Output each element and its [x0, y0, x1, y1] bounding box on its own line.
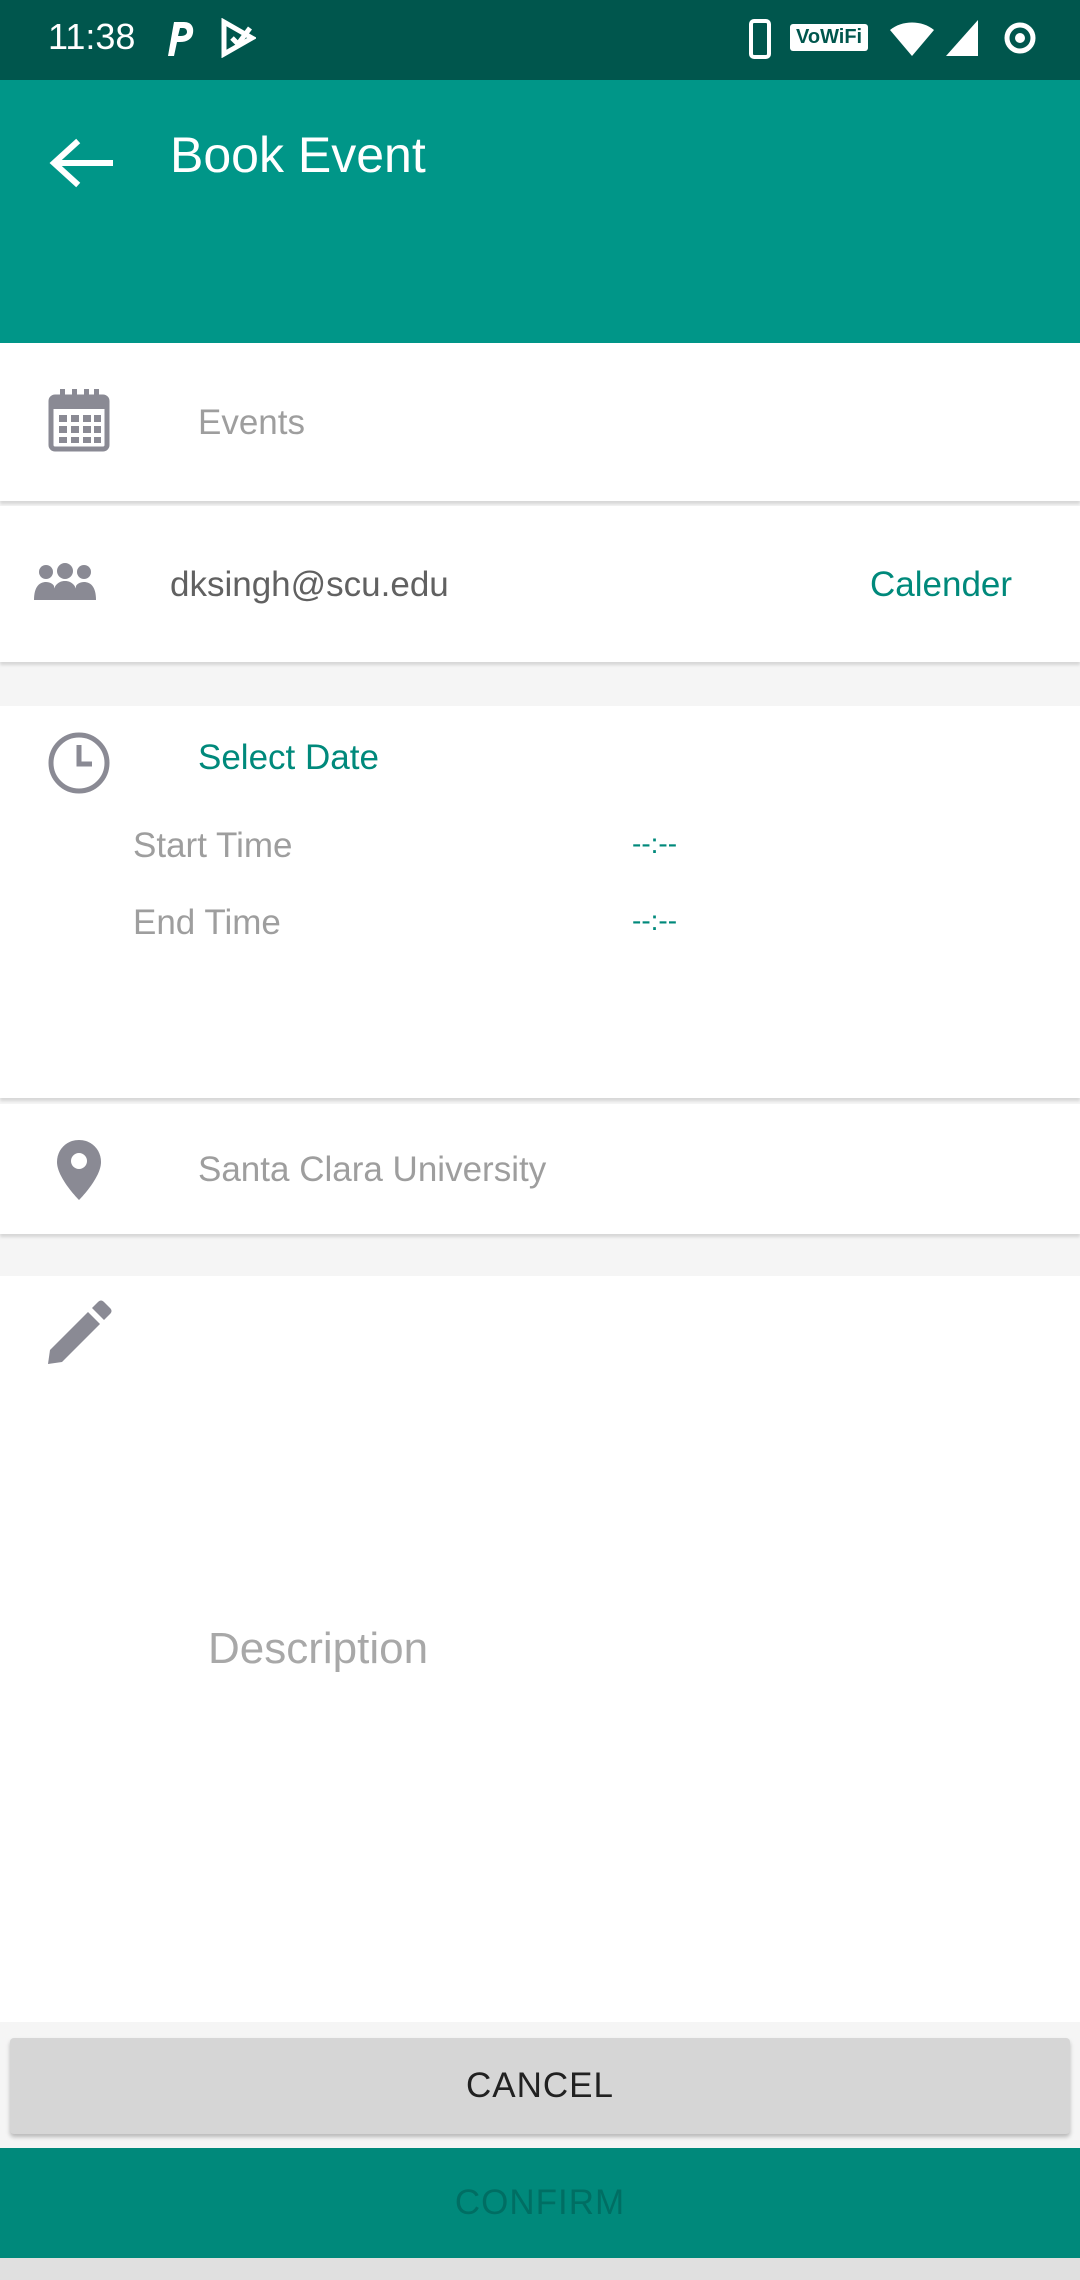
start-time-label: Start Time [133, 826, 293, 865]
cancel-button[interactable]: CANCEL [10, 2038, 1070, 2134]
location-row[interactable]: Santa Clara University [0, 1104, 1080, 1234]
group-icon [34, 563, 96, 600]
status-time: 11:38 [48, 16, 136, 57]
calender-button[interactable]: Calender [870, 565, 1012, 605]
vowifi-badge: VoWiFi [790, 24, 869, 51]
start-time-value[interactable]: --:-- [632, 828, 677, 860]
location-pin-icon [57, 1140, 101, 1200]
status-bar: 11:38 VoWiFi [0, 0, 1080, 80]
play-protect-icon [221, 18, 256, 58]
location-field[interactable]: Santa Clara University [198, 1150, 546, 1190]
page-title: Book Event [170, 127, 426, 183]
end-time-label: End Time [133, 903, 281, 942]
pencil-icon [48, 1300, 112, 1364]
event-row[interactable]: Events [0, 343, 1080, 501]
clock-icon [48, 732, 110, 794]
wifi-icon [890, 22, 934, 56]
parking-app-icon [168, 22, 194, 56]
attendee-row: dksingh@scu.edu Calender [0, 506, 1080, 662]
end-time-value[interactable]: --:-- [632, 905, 677, 937]
bottom-edge [0, 2258, 1080, 2280]
calendar-icon [48, 389, 110, 452]
app-bar: Book Event [0, 80, 1080, 343]
signal-icon [946, 20, 978, 56]
time-card: Select Date Start Time --:-- End Time --… [0, 706, 1080, 1098]
confirm-button[interactable]: CONFIRM [0, 2148, 1080, 2258]
events-field[interactable]: Events [198, 403, 305, 443]
attendee-email: dksingh@scu.edu [170, 565, 449, 604]
sync-circle-icon [1004, 22, 1036, 54]
description-input[interactable]: Description [208, 1624, 428, 1674]
description-area[interactable]: Description [0, 1276, 1080, 2022]
phone-icon [749, 19, 771, 59]
arrow-back-icon[interactable] [46, 135, 116, 191]
select-date-button[interactable]: Select Date [198, 738, 379, 778]
